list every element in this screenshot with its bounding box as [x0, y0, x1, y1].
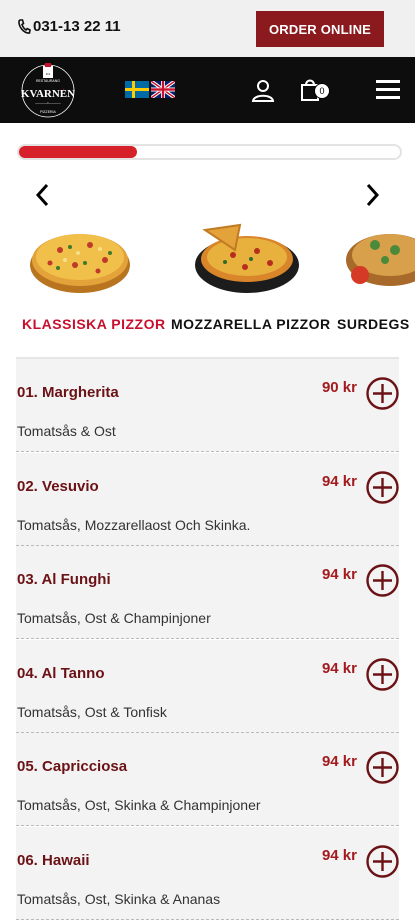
item-price: 94 kr [321, 753, 357, 770]
mozzarella-pizza-image [195, 223, 299, 293]
item-name: 06. Hawaii [17, 851, 90, 869]
phone-link[interactable]: 031-13 22 11 [17, 18, 121, 35]
logo-text: KVARNEN [21, 88, 75, 100]
menu-item[interactable]: 01. Margherita 90 kr Tomatsås & Ost [16, 359, 399, 452]
item-description: Tomatsås, Ost & Champinjoner [17, 610, 211, 626]
item-name: 04. Al Tanno [17, 664, 105, 682]
language-selector [125, 81, 175, 98]
user-icon[interactable] [251, 78, 275, 102]
phone-icon [18, 18, 31, 34]
item-description: Tomatsås, Mozzarellaost Och Skinka. [17, 516, 251, 533]
cart-count-badge: 0 [314, 83, 330, 99]
add-to-cart-plus-icon[interactable] [366, 844, 399, 878]
sourdough-pizza-image [346, 234, 415, 286]
item-description: Tomatsås, Ost, Skinka & Champinjoner [17, 797, 261, 813]
category-label[interactable]: SURDEGS [337, 316, 410, 332]
classic-pizza-image [30, 234, 130, 293]
item-price: 94 kr [321, 846, 357, 864]
top-bar: 031-13 22 11 ORDER ONLINE [0, 0, 415, 57]
item-price: 90 kr [321, 379, 357, 396]
chevron-left-icon[interactable] [35, 183, 49, 207]
add-to-cart-plus-icon[interactable] [366, 564, 399, 597]
category-label[interactable]: MOZZARELLA PIZZOR [171, 316, 331, 332]
category-item[interactable] [185, 205, 305, 305]
item-price: 94 kr [321, 659, 357, 677]
add-to-cart-plus-icon[interactable] [366, 751, 399, 784]
category-scroll-progress [17, 144, 402, 160]
flag-uk-icon[interactable] [151, 81, 175, 98]
progress-fill [19, 146, 138, 158]
menu-icon[interactable] [376, 79, 400, 101]
menu-item[interactable]: 03. Al Funghi 94 kr Tomatsås, Ost & Champi… [16, 546, 399, 639]
category-item[interactable] [20, 205, 140, 305]
item-description: Tomatsås, Ost, Skinka & Ananas [17, 890, 221, 907]
phone-number: 031-13 22 11 [33, 18, 121, 35]
order-online-button[interactable]: ORDER ONLINE [256, 11, 384, 47]
item-name: 01. Margherita [17, 384, 119, 401]
flag-sweden-icon[interactable] [125, 81, 149, 98]
chevron-right-icon[interactable] [366, 183, 380, 207]
item-price: 94 kr [321, 472, 357, 490]
add-to-cart-plus-icon[interactable] [366, 657, 399, 691]
menu-item[interactable]: 04. Al Tanno 94 kr Tomatsås, Ost & Tonfisk [16, 639, 399, 733]
category-carousel: KLASSISKA PIZZOR MOZZARELLA PIZZOR SURDE… [0, 205, 415, 345]
svg-text:———•———: ———•——— [35, 100, 60, 105]
item-name: 02. Vesuvio [17, 477, 99, 495]
svg-text:RESTAURANG: RESTAURANG [36, 79, 60, 83]
category-item[interactable] [345, 205, 415, 305]
menu-item[interactable]: 05. Capricciosa 94 kr Tomatsås, Ost, Skink… [16, 733, 399, 826]
category-label-active[interactable]: KLASSISKA PIZZOR [22, 316, 166, 332]
kvarnen-logo[interactable]: ••• KVARNEN ———•——— PIZZERIA RESTAURANG … [17, 62, 79, 120]
menu-item[interactable]: 02. Vesuvio 94 kr Tomatsås, Mozzarellaost … [16, 452, 399, 546]
svg-text:PIZZERIA: PIZZERIA [40, 110, 56, 114]
item-price: 94 kr [321, 566, 357, 583]
item-name: 05. Capricciosa [17, 758, 128, 775]
item-description: Tomatsås, Ost & Tonfisk [17, 703, 167, 720]
item-description: Tomatsås & Ost [17, 423, 116, 439]
add-to-cart-plus-icon[interactable] [366, 377, 399, 410]
add-to-cart-plus-icon[interactable] [366, 470, 399, 504]
svg-text:•••: ••• [46, 71, 51, 76]
menu-item[interactable]: 06. Hawaii 94 kr Tomatsås, Ost, Skinka & A… [16, 826, 399, 920]
item-name: 03. Al Funghi [17, 571, 111, 588]
